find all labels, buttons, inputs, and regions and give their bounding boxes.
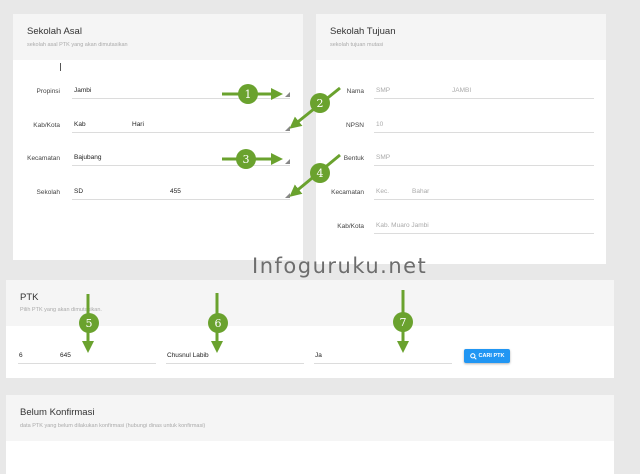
sekolah-value-prefix: SD bbox=[74, 188, 84, 195]
dropdown-caret-icon bbox=[285, 92, 290, 97]
sekolah-value-suffix: 455 bbox=[170, 188, 181, 195]
watermark-text: Infoguruku.net bbox=[252, 254, 428, 278]
jabatan-value: Ja bbox=[315, 352, 322, 359]
dropdown-caret-icon bbox=[285, 193, 290, 198]
kecamatan-label: Kecamatan bbox=[27, 155, 60, 162]
sekolah-tujuan-subtitle: sekolah tujuan mutasi bbox=[330, 42, 384, 48]
kabkota-value-prefix: Kab bbox=[74, 121, 86, 128]
kecamatan-tujuan-field: Kec. Bahar bbox=[374, 187, 594, 200]
kabkota-tujuan-value: Kab. Muaro Jambi bbox=[376, 222, 429, 229]
nama-ptk-value: Chusnul Labib bbox=[167, 352, 209, 359]
kecamatan-select[interactable]: Bajubang bbox=[72, 153, 290, 166]
nama-sekolah-field: SMP JAMBI bbox=[374, 86, 594, 99]
cari-ptk-label: CARI PTK bbox=[478, 353, 505, 359]
nama-ptk-input[interactable]: Chusnul Labib bbox=[166, 351, 304, 364]
search-icon bbox=[469, 352, 477, 360]
ptk-subtitle: Pilih PTK yang akan dimutasikan. bbox=[20, 307, 102, 313]
kecamatan-tujuan-label: Kecamatan bbox=[331, 189, 364, 196]
sekolah-label: Sekolah bbox=[36, 189, 61, 196]
npsn-field: 10 bbox=[374, 120, 594, 133]
dropdown-caret-icon bbox=[285, 126, 290, 131]
kecamatan-tujuan-value-suffix: Bahar bbox=[412, 188, 430, 195]
propinsi-label: Propinsi bbox=[36, 88, 60, 95]
belum-konfirmasi-card: Belum Konfirmasi data PTK yang belum dil… bbox=[6, 395, 614, 474]
nip-input[interactable]: 6 645 bbox=[18, 351, 156, 364]
nama-sekolah-value-prefix: SMP bbox=[376, 87, 391, 94]
kabkota-tujuan-field: Kab. Muaro Jambi bbox=[374, 221, 594, 234]
kabkota-tujuan-label: Kab/Kota bbox=[337, 223, 364, 230]
kecamatan-value: Bajubang bbox=[74, 154, 102, 161]
npsn-label: NPSN bbox=[345, 122, 364, 129]
text-cursor bbox=[60, 63, 61, 71]
bentuk-field: SMP bbox=[374, 153, 594, 166]
dropdown-caret-icon bbox=[285, 159, 290, 164]
ptk-title: PTK bbox=[20, 292, 39, 303]
npsn-value: 10 bbox=[376, 121, 384, 128]
kecamatan-tujuan-value-prefix: Kec. bbox=[376, 188, 390, 195]
bentuk-label: Bentuk bbox=[343, 155, 364, 162]
jabatan-input[interactable]: Ja bbox=[314, 351, 452, 364]
kabkota-select[interactable]: Kab Hari bbox=[72, 120, 290, 133]
nama-sekolah-value-suffix: JAMBI bbox=[452, 87, 472, 94]
nip-value-prefix: 6 bbox=[19, 352, 23, 359]
sekolah-tujuan-title: Sekolah Tujuan bbox=[330, 26, 396, 37]
sekolah-asal-subtitle: sekolah asal PTK yang akan dimutasikan bbox=[27, 42, 128, 48]
sekolah-asal-title: Sekolah Asal bbox=[27, 26, 82, 37]
nama-sekolah-label: Nama bbox=[346, 88, 364, 95]
ptk-header: PTK Pilih PTK yang akan dimutasikan. bbox=[6, 280, 614, 326]
propinsi-value: Jambi bbox=[74, 87, 92, 94]
cari-ptk-button[interactable]: CARI PTK bbox=[464, 349, 510, 363]
kabkota-label: Kab/Kota bbox=[33, 122, 60, 129]
bentuk-value: SMP bbox=[376, 154, 391, 161]
sekolah-select[interactable]: SD 455 bbox=[72, 187, 290, 200]
nip-value-suffix: 645 bbox=[60, 352, 71, 359]
sekolah-asal-header: Sekolah Asal sekolah asal PTK yang akan … bbox=[13, 14, 303, 60]
belum-konfirmasi-title: Belum Konfirmasi bbox=[20, 407, 95, 418]
belum-konfirmasi-header: Belum Konfirmasi data PTK yang belum dil… bbox=[6, 395, 614, 441]
propinsi-select[interactable]: Jambi bbox=[72, 86, 290, 99]
sekolah-asal-card: Sekolah Asal sekolah asal PTK yang akan … bbox=[13, 14, 303, 260]
sekolah-tujuan-header: Sekolah Tujuan sekolah tujuan mutasi bbox=[316, 14, 606, 60]
belum-konfirmasi-subtitle: data PTK yang belum dilakukan konfirmasi… bbox=[20, 423, 206, 429]
kabkota-value-suffix: Hari bbox=[132, 121, 144, 128]
